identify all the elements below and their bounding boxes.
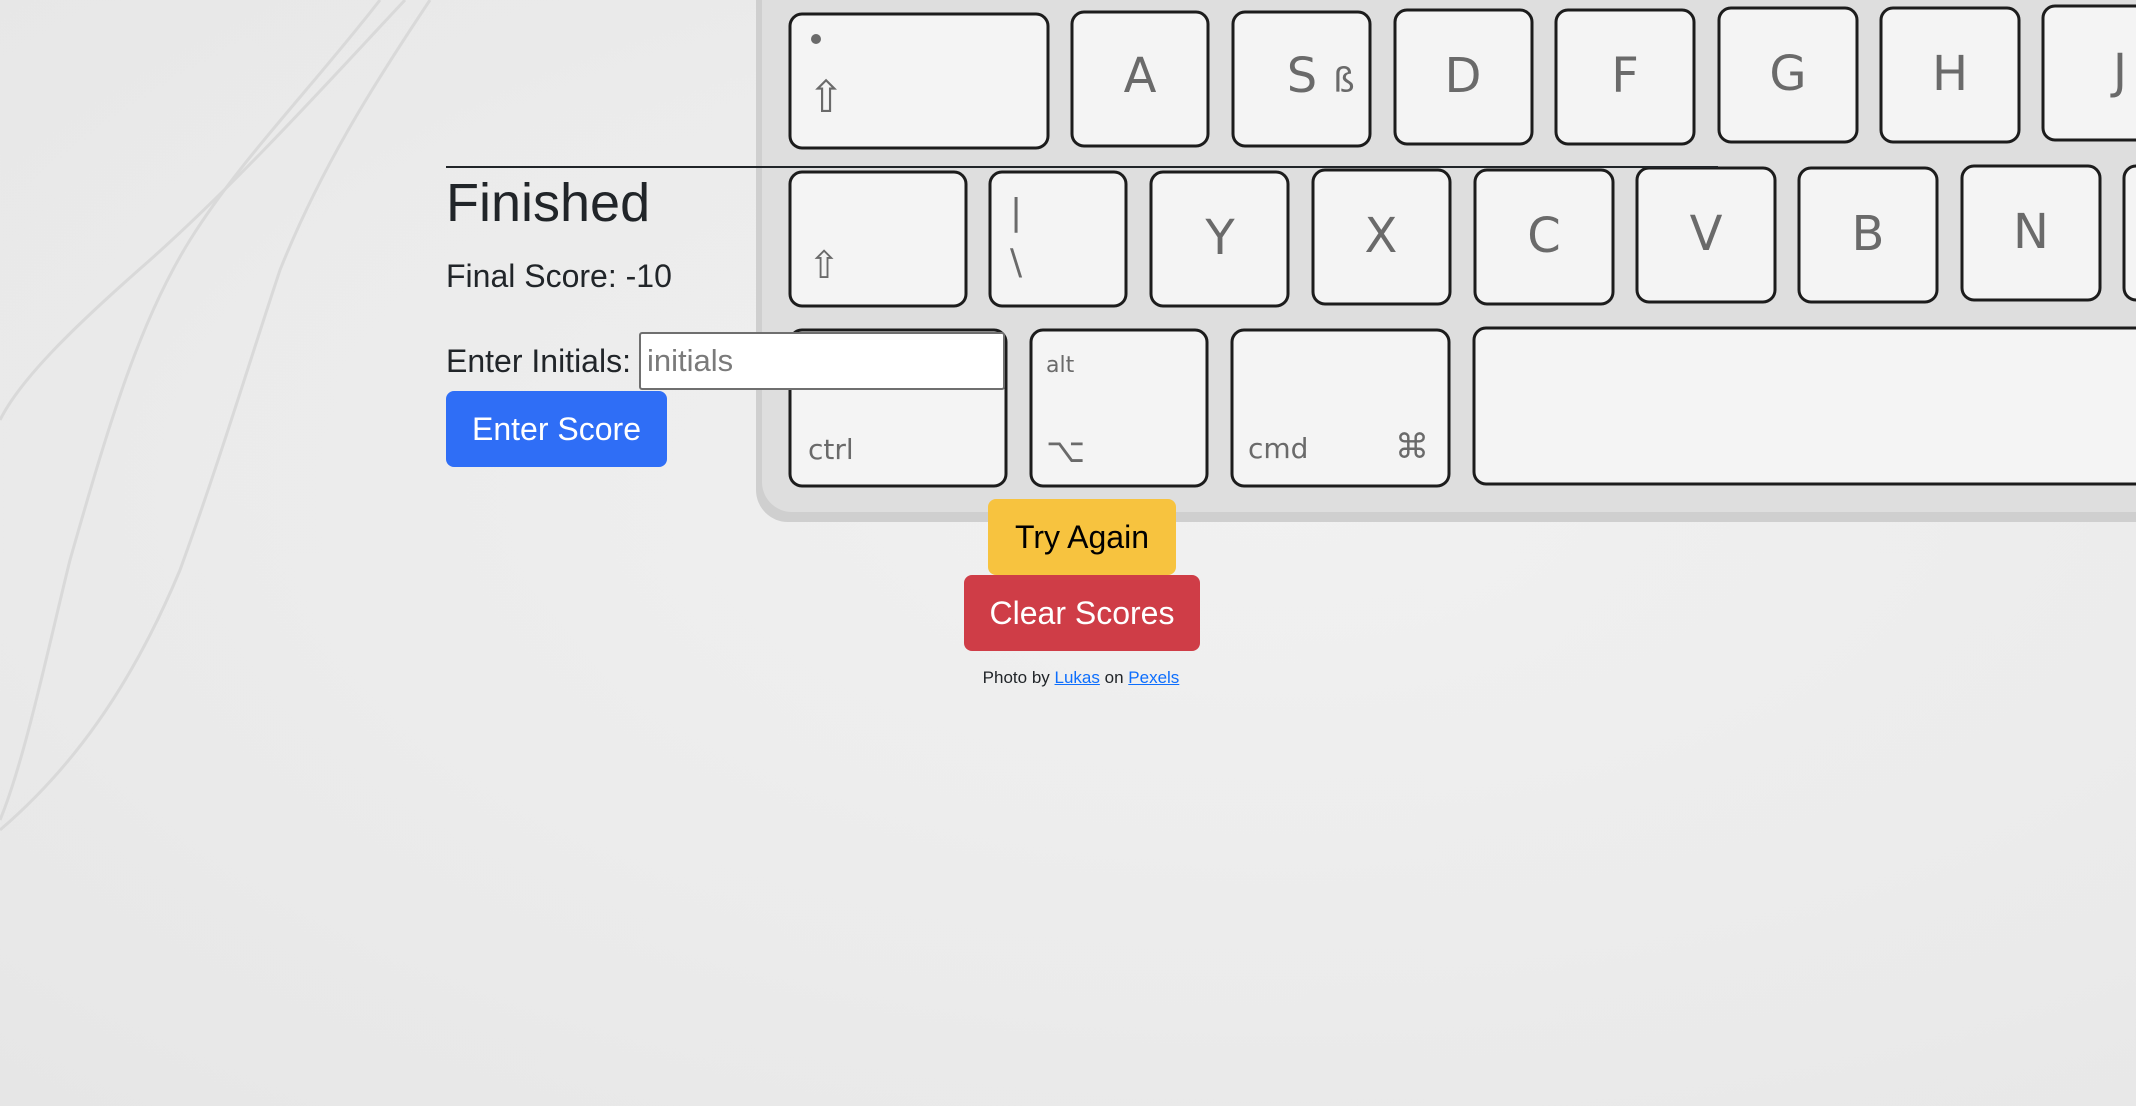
credit-middle: on [1104,668,1124,687]
initials-input[interactable] [638,332,1005,390]
initials-label: Enter Initials: [446,343,631,379]
credit-prefix: Photo by [982,668,1050,687]
photo-credit: Photo by Lukas on Pexels [0,668,2136,688]
credit-author-link[interactable]: Lukas [1055,668,1100,687]
final-score: Final Score: -10 [446,254,672,298]
final-score-label: Final Score: [446,258,617,294]
enter-score-button[interactable]: Enter Score [446,391,667,467]
final-score-value: -10 [625,258,672,294]
page-title: Finished [446,173,651,233]
clear-scores-button[interactable]: Clear Scores [964,575,1200,651]
score-screen: Finished Final Score: -10 Enter Initials… [0,0,2136,1106]
try-again-button[interactable]: Try Again [988,499,1176,575]
credit-site-link[interactable]: Pexels [1128,668,1179,687]
initials-form-row: Enter Initials: [446,331,1005,391]
divider-line [446,166,1718,168]
